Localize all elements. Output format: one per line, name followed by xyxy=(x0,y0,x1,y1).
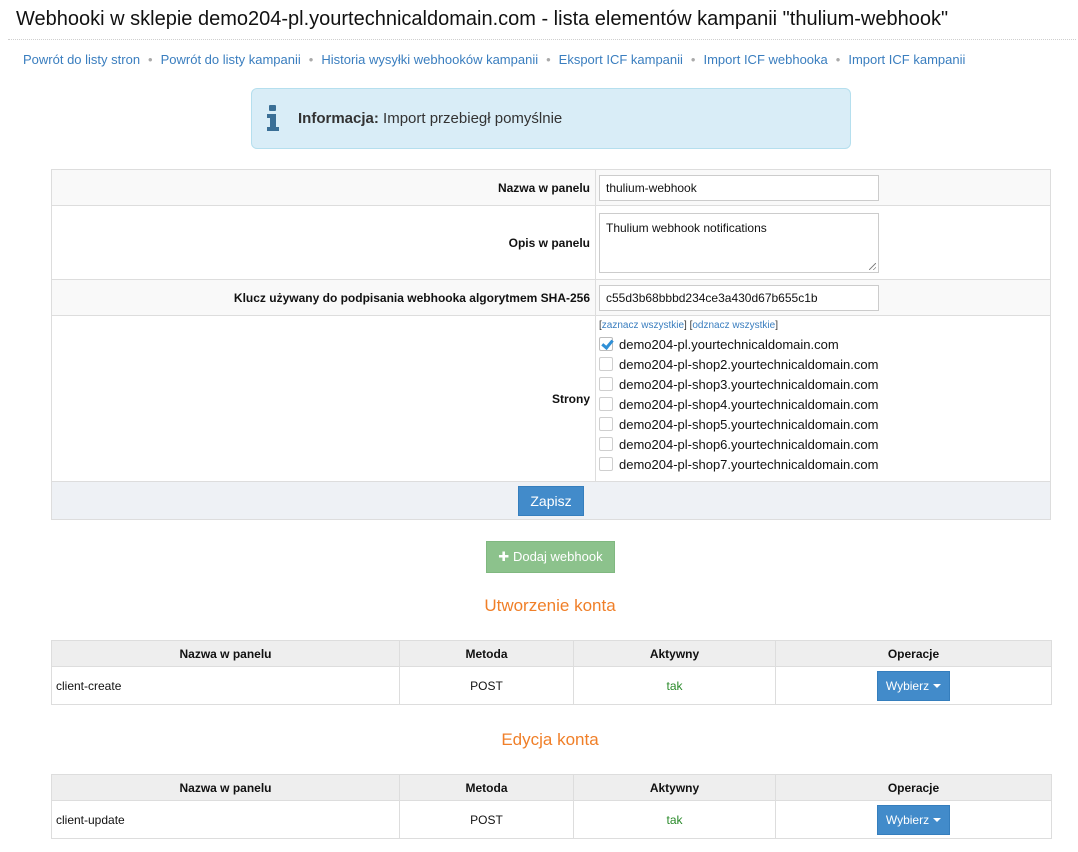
select-all-link[interactable]: zaznacz wszystkie xyxy=(602,320,684,331)
site-option[interactable]: demo204-pl-shop7.yourtechnicaldomain.com xyxy=(599,454,1050,474)
site-checkbox[interactable] xyxy=(599,397,613,411)
save-button[interactable]: Zapisz xyxy=(518,485,584,516)
column-header-method: Metoda xyxy=(399,640,574,667)
webhook-settings-form: Nazwa w panelu thulium-webhook Opis w pa… xyxy=(51,169,1051,520)
description-label: Opis w panelu xyxy=(51,205,596,280)
import-icf-campaign-link[interactable]: Import ICF kampanii xyxy=(848,52,965,67)
webhook-name: client-update xyxy=(51,800,400,839)
description-value: Thulium webhook notifications xyxy=(606,220,767,235)
info-label: Informacja: xyxy=(298,110,379,127)
save-row: Zapisz xyxy=(51,481,1051,520)
site-checkbox[interactable] xyxy=(599,357,613,371)
breadcrumb-separator: • xyxy=(690,52,696,67)
caret-down-icon xyxy=(933,683,942,688)
description-textarea[interactable]: Thulium webhook notifications xyxy=(599,212,879,273)
choose-label: Wybierz xyxy=(885,812,930,827)
site-option[interactable]: demo204-pl-shop6.yourtechnicaldomain.com xyxy=(599,434,1050,454)
webhook-method: POST xyxy=(399,800,574,839)
sites-list: demo204-pl.yourtechnicaldomain.com demo20… xyxy=(599,334,1050,474)
site-label: demo204-pl-shop6.yourtechnicaldomain.com xyxy=(619,436,879,452)
webhook-history-link[interactable]: Historia wysyłki webhooków kampanii xyxy=(321,52,538,67)
back-to-pages-link[interactable]: Powrót do listy stron xyxy=(23,52,140,67)
section-title-create: Utworzenie konta xyxy=(484,596,616,615)
site-checkbox[interactable] xyxy=(599,417,613,431)
resize-handle-icon[interactable] xyxy=(869,262,876,270)
webhook-active: tak xyxy=(573,800,776,839)
column-header-name: Nazwa w panelu xyxy=(51,774,400,801)
info-alert: Informacja: Import przebiegł pomyślnie xyxy=(251,88,851,149)
signing-key-input[interactable]: c55d3b68bbbd234ce3a430d67b655c1b xyxy=(599,284,879,311)
add-webhook-label: Dodaj webhook xyxy=(512,549,603,564)
select-links: [zaznacz wszystkie] [odznacz wszystkie] xyxy=(599,320,778,331)
breadcrumb-separator: • xyxy=(308,52,314,67)
column-header-active: Aktywny xyxy=(573,640,776,667)
breadcrumb-separator: • xyxy=(835,52,841,67)
site-option[interactable]: demo204-pl-shop5.yourtechnicaldomain.com xyxy=(599,414,1050,434)
export-icf-campaign-link[interactable]: Eksport ICF kampanii xyxy=(559,52,683,67)
sites-label: Strony xyxy=(51,315,596,482)
back-to-campaigns-link[interactable]: Powrót do listy kampanii xyxy=(161,52,301,67)
webhook-table-edit: Nazwa w panelu Metoda Aktywny Operacje c… xyxy=(51,774,1052,839)
column-header-name: Nazwa w panelu xyxy=(51,640,400,667)
title-divider xyxy=(8,39,1076,40)
table-row: client-update POST tak Wybierz xyxy=(51,800,1052,839)
site-label: demo204-pl-shop4.yourtechnicaldomain.com xyxy=(619,396,879,412)
deselect-all-link[interactable]: odznacz wszystkie xyxy=(692,320,775,331)
import-icf-webhook-link[interactable]: Import ICF webhooka xyxy=(703,52,827,67)
column-header-operations: Operacje xyxy=(775,640,1052,667)
webhook-table-create: Nazwa w panelu Metoda Aktywny Operacje c… xyxy=(51,640,1052,705)
section-title-edit: Edycja konta xyxy=(501,730,599,749)
column-header-method: Metoda xyxy=(399,774,574,801)
site-option[interactable]: demo204-pl-shop3.yourtechnicaldomain.com xyxy=(599,374,1050,394)
page-title: Webhooki w sklepie demo204-pl.yourtechni… xyxy=(16,8,949,30)
choose-dropdown-button[interactable]: Wybierz xyxy=(876,804,951,835)
breadcrumb-separator: • xyxy=(546,52,551,67)
webhook-method: POST xyxy=(399,666,574,705)
choose-dropdown-button[interactable]: Wybierz xyxy=(876,670,951,701)
info-text: Informacja: Import przebiegł pomyślnie xyxy=(298,110,562,127)
site-label: demo204-pl-shop5.yourtechnicaldomain.com xyxy=(619,416,879,432)
info-message: Import przebiegł pomyślnie xyxy=(383,110,563,127)
site-label: demo204-pl.yourtechnicaldomain.com xyxy=(619,336,839,352)
site-checkbox[interactable] xyxy=(599,437,613,451)
breadcrumb: Powrót do listy stron • Powrót do listy ka… xyxy=(23,52,965,67)
site-label: demo204-pl-shop7.yourtechnicaldomain.com xyxy=(619,456,879,472)
site-label: demo204-pl-shop2.yourtechnicaldomain.com xyxy=(619,356,879,372)
signing-key-label: Klucz używany do podpisania webhooka alg… xyxy=(51,279,596,316)
name-label: Nazwa w panelu xyxy=(51,169,596,206)
breadcrumb-separator: • xyxy=(148,52,153,67)
site-option[interactable]: demo204-pl-shop2.yourtechnicaldomain.com xyxy=(599,354,1050,374)
webhook-name: client-create xyxy=(51,666,400,705)
choose-label: Wybierz xyxy=(885,678,930,693)
info-icon xyxy=(267,105,279,131)
caret-down-icon xyxy=(933,817,942,822)
add-webhook-button[interactable]: ✚ Dodaj webhook xyxy=(486,541,615,573)
plus-icon: ✚ xyxy=(498,549,510,564)
site-option[interactable]: demo204-pl.yourtechnicaldomain.com xyxy=(599,334,1050,354)
name-input[interactable]: thulium-webhook xyxy=(599,174,879,201)
site-checkbox[interactable] xyxy=(599,337,613,351)
table-row: client-create POST tak Wybierz xyxy=(51,666,1052,705)
site-option[interactable]: demo204-pl-shop4.yourtechnicaldomain.com xyxy=(599,394,1050,414)
column-header-operations: Operacje xyxy=(775,774,1052,801)
column-header-active: Aktywny xyxy=(573,774,776,801)
site-label: demo204-pl-shop3.yourtechnicaldomain.com xyxy=(619,376,879,392)
site-checkbox[interactable] xyxy=(599,457,613,471)
webhook-active: tak xyxy=(573,666,776,705)
site-checkbox[interactable] xyxy=(599,377,613,391)
